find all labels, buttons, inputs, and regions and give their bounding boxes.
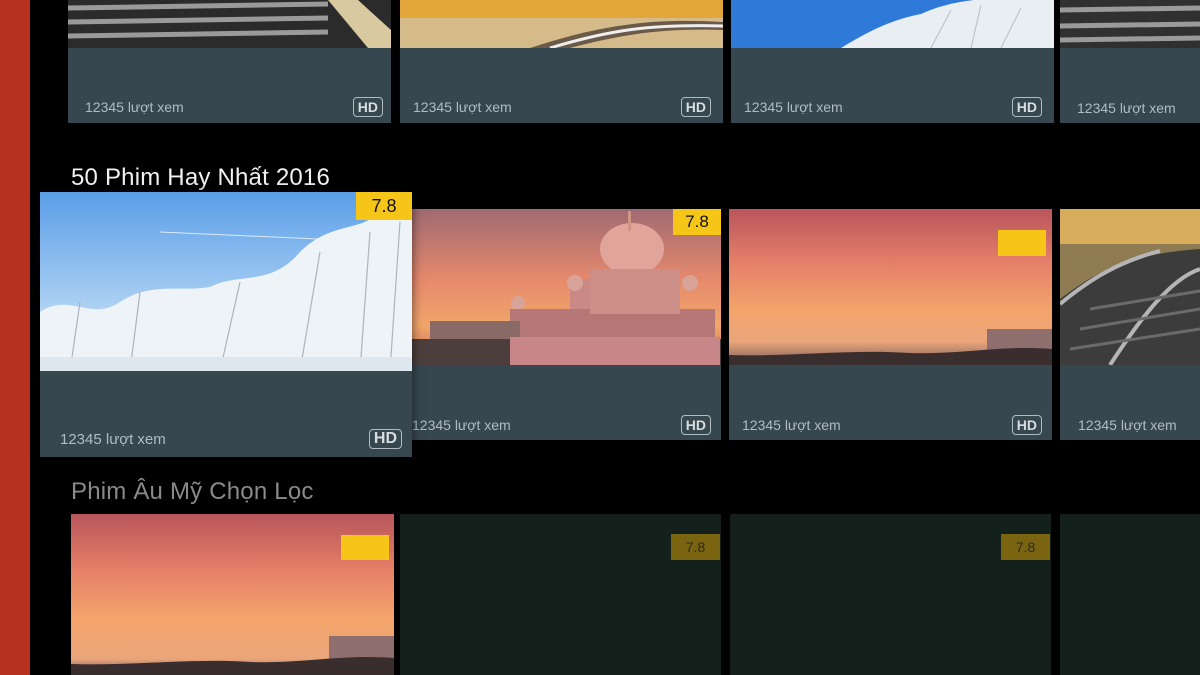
rating-badge: 7.8 xyxy=(1001,534,1050,560)
hd-badge: HD xyxy=(680,415,711,435)
hd-badge: HD xyxy=(1011,415,1042,435)
movie-card[interactable]: 12345 lượt xem HD xyxy=(400,0,723,123)
view-count: 12345 lượt xem xyxy=(85,99,184,115)
view-count: 12345 lượt xem xyxy=(744,99,843,115)
rating-badge xyxy=(998,230,1046,256)
view-count: 12345 lượt xem xyxy=(742,417,841,433)
movie-card[interactable]: 12345 lượt xem xyxy=(1060,209,1200,440)
movie-card[interactable] xyxy=(71,514,394,675)
view-count: 12345 lượt xem xyxy=(1077,100,1176,116)
movie-card[interactable]: 12345 lượt xem xyxy=(1060,0,1200,123)
hd-badge: HD xyxy=(352,97,383,117)
movie-thumbnail xyxy=(400,0,723,48)
movie-card[interactable]: 12345 lượt xem HD xyxy=(731,0,1054,123)
view-count: 12345 lượt xem xyxy=(413,99,512,115)
movie-thumbnail xyxy=(1060,0,1200,48)
movie-card[interactable]: 7.8 xyxy=(400,514,721,675)
movie-card-focused[interactable]: 7.8 12345 lượt xem HD xyxy=(40,192,412,457)
rating-badge: 7.8 xyxy=(671,534,720,560)
side-rail xyxy=(0,0,30,675)
section-title: Phim Âu Mỹ Chọn Lọc xyxy=(71,478,314,505)
movie-card[interactable]: 7.8 xyxy=(730,514,1051,675)
movie-card[interactable]: 7.8 12345 lượt xem HD xyxy=(400,209,721,440)
hd-badge: HD xyxy=(1011,97,1042,117)
movie-thumbnail xyxy=(68,0,391,48)
section-title: 50 Phim Hay Nhất 2016 xyxy=(71,164,331,191)
movie-thumbnail xyxy=(731,0,1054,48)
movie-card[interactable]: 12345 lượt xem HD xyxy=(68,0,391,123)
movie-card[interactable] xyxy=(1060,514,1200,675)
view-count: 12345 lượt xem xyxy=(1078,417,1177,433)
rating-badge xyxy=(341,535,389,560)
movie-thumbnail xyxy=(1060,209,1200,365)
movie-card[interactable]: 12345 lượt xem HD xyxy=(729,209,1052,440)
view-count: 12345 lượt xem xyxy=(412,417,511,433)
rating-badge: 7.8 xyxy=(673,209,721,235)
hd-badge: HD xyxy=(680,97,711,117)
view-count: 12345 lượt xem xyxy=(60,431,166,448)
rating-badge: 7.8 xyxy=(356,192,412,220)
hd-badge: HD xyxy=(368,429,402,449)
